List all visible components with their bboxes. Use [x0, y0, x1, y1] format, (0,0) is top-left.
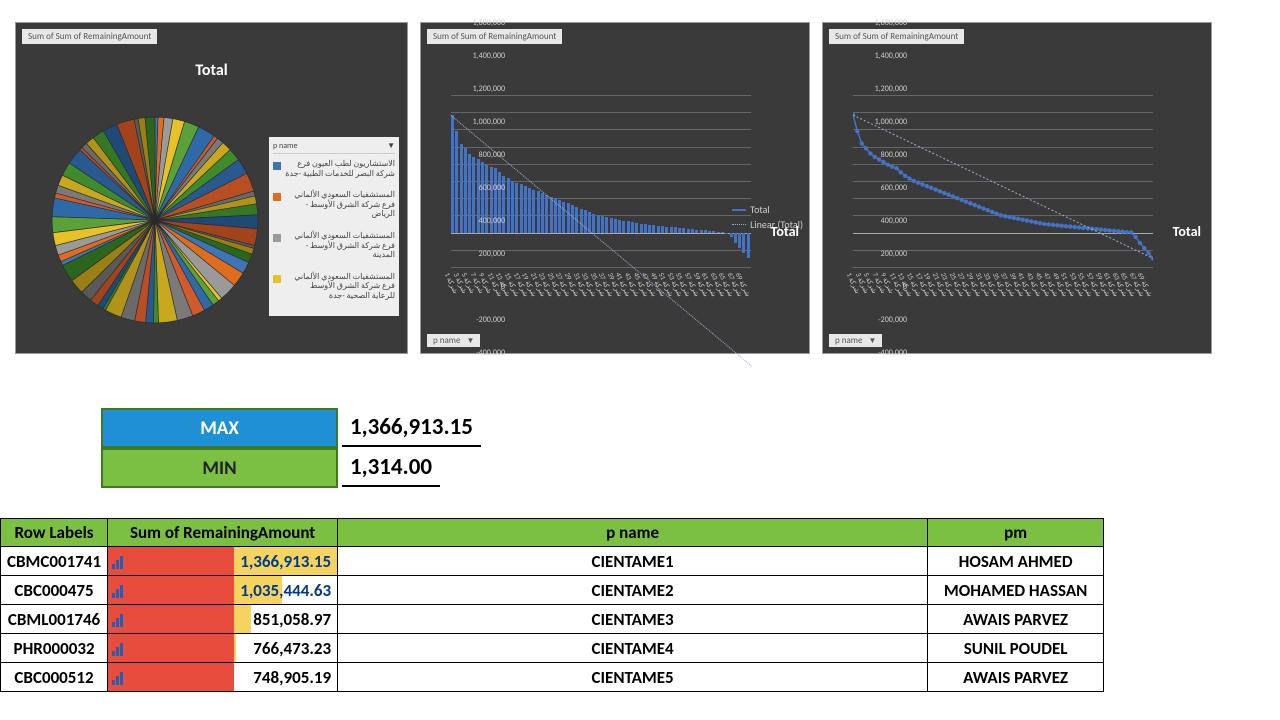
- summary-min-label: MIN: [101, 448, 338, 488]
- header-pm[interactable]: pm: [928, 519, 1104, 547]
- row-id: CBC000475: [1, 576, 108, 605]
- row-pname: CIENTAME4: [338, 634, 928, 663]
- chart-footer-dropdown[interactable]: p name▼: [427, 334, 480, 347]
- pivot-table[interactable]: Row Labels Sum of RemainingAmount p name…: [0, 518, 1104, 692]
- table-row[interactable]: CBML001746851,058.97CIENTAME3AWAIS PARVE…: [1, 605, 1104, 634]
- row-id: CBC000512: [1, 663, 108, 692]
- header-row-labels[interactable]: Row Labels: [1, 519, 108, 547]
- row-sum-cell: 766,473.23: [108, 634, 338, 663]
- row-pname: CIENTAME5: [338, 663, 928, 692]
- row-id: PHR000032: [1, 634, 108, 663]
- table-row[interactable]: CBMC0017411,366,913.15CIENTAME1HOSAM AHM…: [1, 547, 1104, 576]
- pie-chart-title: Total: [16, 61, 407, 80]
- summary-min-value: 1,314.00: [342, 449, 440, 487]
- dropdown-icon[interactable]: ▼: [466, 336, 474, 346]
- pie-legend-item[interactable]: المستشفيات السعودي الألماني فرع شركة الش…: [273, 189, 395, 222]
- row-sum-cell: 748,905.19: [108, 663, 338, 692]
- row-sum-cell: 1,035,444.63: [108, 576, 338, 605]
- databar-icon: [112, 669, 128, 685]
- pie-chart-card[interactable]: Sum of Sum of RemainingAmount Total p na…: [15, 22, 408, 354]
- summary-max-value: 1,366,913.15: [342, 409, 481, 447]
- chart-title-tag: Sum of Sum of RemainingAmount: [427, 29, 562, 44]
- row-id: CBMC001741: [1, 547, 108, 576]
- pie-legend-item[interactable]: الاستشاريون لطب العيون فرع شركة البصر لل…: [273, 158, 395, 181]
- databar-icon: [112, 582, 128, 598]
- pie-legend-header: p name: [273, 141, 297, 151]
- bar-chart-card[interactable]: Sum of Sum of RemainingAmount Total Line…: [420, 22, 810, 354]
- row-pm: HOSAM AHMED: [928, 547, 1104, 576]
- pie-legend-item[interactable]: المستشفيات السعودي الألماني فرع شركة الش…: [273, 230, 395, 263]
- pivot-header-row: Row Labels Sum of RemainingAmount p name…: [1, 519, 1104, 547]
- bar-total-label: Total: [771, 223, 799, 240]
- row-pname: CIENTAME2: [338, 576, 928, 605]
- pie-legend[interactable]: p name ▼ الاستشاريون لطب العيون فرع شركة …: [269, 137, 399, 316]
- row-pm: SUNIL POUDEL: [928, 634, 1104, 663]
- databar-icon: [112, 640, 128, 656]
- row-sum-cell: 851,058.97: [108, 605, 338, 634]
- header-sum[interactable]: Sum of RemainingAmount: [108, 519, 338, 547]
- dropdown-icon[interactable]: ▼: [868, 336, 876, 346]
- chart-title-tag: Sum of Sum of RemainingAmount: [22, 29, 157, 44]
- row-pname: CIENTAME1: [338, 547, 928, 576]
- row-sum-cell: 1,366,913.15: [108, 547, 338, 576]
- dropdown-icon[interactable]: ▼: [387, 141, 395, 151]
- summary-box: MAX 1,366,913.15 MIN 1,314.00: [101, 408, 481, 488]
- table-row[interactable]: CBC000512748,905.19CIENTAME5AWAIS PARVEZ: [1, 663, 1104, 692]
- chart-footer-dropdown[interactable]: p name▼: [829, 334, 882, 347]
- pie-legend-item[interactable]: المستشفيات السعودي الألماني فرع شركة الش…: [273, 271, 395, 304]
- line-total-label: Total: [1173, 223, 1201, 240]
- summary-max-label: MAX: [101, 408, 338, 448]
- chart-title-tag: Sum of Sum of RemainingAmount: [829, 29, 964, 44]
- table-row[interactable]: PHR000032766,473.23CIENTAME4SUNIL POUDEL: [1, 634, 1104, 663]
- row-id: CBML001746: [1, 605, 108, 634]
- table-row[interactable]: CBC0004751,035,444.63CIENTAME2MOHAMED HA…: [1, 576, 1104, 605]
- databar-icon: [112, 553, 128, 569]
- line-chart-card[interactable]: Sum of Sum of RemainingAmount Total شركة…: [822, 22, 1212, 354]
- row-pm: MOHAMED HASSAN: [928, 576, 1104, 605]
- row-pm: AWAIS PARVEZ: [928, 605, 1104, 634]
- header-pname[interactable]: p name: [338, 519, 928, 547]
- row-pm: AWAIS PARVEZ: [928, 663, 1104, 692]
- pie-chart: [50, 115, 260, 325]
- databar-icon: [112, 611, 128, 627]
- row-pname: CIENTAME3: [338, 605, 928, 634]
